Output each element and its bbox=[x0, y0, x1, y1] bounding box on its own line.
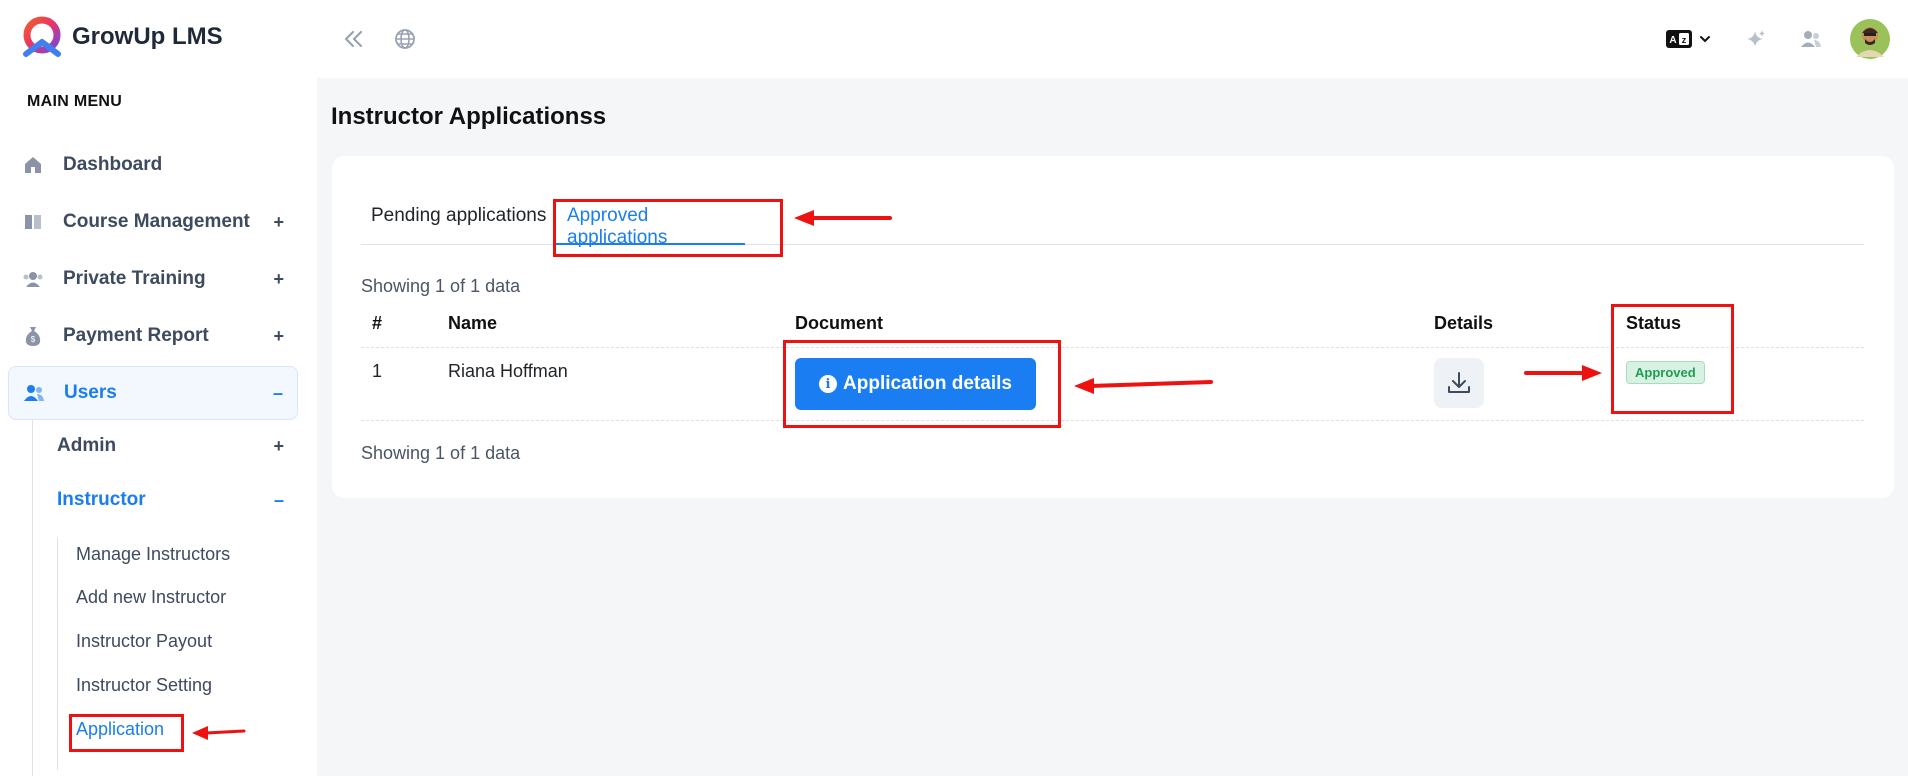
column-header-details: Details bbox=[1434, 313, 1494, 333]
avatar[interactable] bbox=[1850, 19, 1890, 59]
showing-count-top: Showing 1 of 1 data bbox=[361, 276, 521, 296]
sidebar-item-instructor-payout[interactable]: Instructor Payout bbox=[76, 625, 212, 657]
users-icon bbox=[23, 382, 45, 404]
sidebar-item-label: Private Training bbox=[63, 268, 206, 289]
submenu-guide-line bbox=[32, 420, 33, 776]
expand-icon: + bbox=[273, 435, 284, 456]
sidebar-item-add-new-instructor[interactable]: Add new Instructor bbox=[76, 581, 226, 613]
tab-pending-applications[interactable]: Pending applications bbox=[371, 200, 546, 245]
svg-text:$: $ bbox=[31, 335, 36, 344]
sidebar-item-admin[interactable]: Admin + bbox=[57, 428, 298, 464]
chevron-down-icon bbox=[1700, 36, 1710, 43]
globe-icon[interactable] bbox=[390, 24, 420, 54]
sidebar-item-label: Dashboard bbox=[63, 154, 163, 175]
column-header-status: Status bbox=[1626, 313, 1682, 333]
sidebar-item-private-training[interactable]: Private Training + bbox=[8, 252, 298, 306]
collapse-sidebar-icon[interactable] bbox=[339, 24, 369, 54]
money-bag-icon: $ bbox=[22, 325, 44, 347]
sidebar-item-label: Users bbox=[64, 382, 117, 403]
table-divider bbox=[361, 420, 1864, 421]
collapse-icon: – bbox=[273, 489, 284, 510]
topbar: Az bbox=[317, 0, 1908, 78]
tab-bar: Pending applications Approved applicatio… bbox=[361, 200, 1864, 248]
submenu-guide-line bbox=[57, 538, 58, 770]
home-icon bbox=[22, 154, 44, 176]
group-icon bbox=[22, 268, 44, 290]
download-icon bbox=[1448, 372, 1470, 393]
brand-name: GrowUp LMS bbox=[72, 23, 223, 50]
showing-count-bottom: Showing 1 of 1 data bbox=[361, 443, 521, 463]
svg-text:z: z bbox=[1682, 35, 1687, 45]
sidebar-item-application[interactable]: Application bbox=[76, 713, 164, 745]
growup-logo-icon bbox=[23, 16, 61, 57]
info-icon: i bbox=[819, 375, 838, 393]
sidebar-item-users[interactable]: Users – bbox=[8, 366, 298, 420]
users-switch-icon[interactable] bbox=[1796, 24, 1826, 54]
column-header-name: Name bbox=[448, 313, 498, 333]
expand-icon: + bbox=[273, 325, 284, 346]
collapse-icon: – bbox=[272, 382, 283, 403]
book-icon bbox=[22, 211, 44, 233]
sidebar-item-instructor-setting[interactable]: Instructor Setting bbox=[76, 669, 212, 701]
table-divider bbox=[361, 347, 1864, 348]
sidebar-item-manage-instructors[interactable]: Manage Instructors bbox=[76, 538, 230, 570]
sidebar-item-dashboard[interactable]: Dashboard bbox=[8, 138, 298, 192]
language-switcher[interactable]: Az bbox=[1663, 24, 1715, 54]
sidebar-item-label: Payment Report bbox=[63, 325, 209, 346]
row-name: Riana Hoffman bbox=[448, 361, 568, 381]
sidebar-item-payment-report[interactable]: $ Payment Report + bbox=[8, 309, 298, 363]
tab-approved-applications[interactable]: Approved applications bbox=[553, 200, 745, 248]
sidebar-item-label: Course Management bbox=[63, 211, 250, 232]
translate-icon: Az bbox=[1666, 30, 1692, 48]
sidebar-item-label: Instructor bbox=[57, 489, 146, 510]
download-button[interactable] bbox=[1434, 358, 1484, 408]
sidebar-item-instructor[interactable]: Instructor – bbox=[57, 482, 298, 518]
row-number: 1 bbox=[372, 361, 383, 381]
status-badge: Approved bbox=[1626, 361, 1705, 384]
application-details-button[interactable]: i Application details bbox=[795, 358, 1036, 410]
expand-icon: + bbox=[273, 268, 284, 289]
application-details-label: Application details bbox=[843, 373, 1012, 394]
sidebar: GrowUp LMS MAIN MENU Dashboard Course Ma… bbox=[0, 0, 317, 776]
main-menu-title: MAIN MENU bbox=[27, 93, 123, 110]
sidebar-item-label: Admin bbox=[57, 435, 117, 456]
sidebar-item-course-management[interactable]: Course Management + bbox=[8, 195, 298, 249]
column-header-document: Document bbox=[795, 313, 884, 333]
sparkle-icon[interactable] bbox=[1741, 24, 1771, 54]
svg-text:A: A bbox=[1669, 35, 1676, 46]
expand-icon: + bbox=[273, 211, 284, 232]
page-title: Instructor Applicationss bbox=[331, 103, 607, 130]
brand[interactable]: GrowUp LMS bbox=[20, 16, 223, 58]
column-header-number: # bbox=[372, 313, 383, 333]
